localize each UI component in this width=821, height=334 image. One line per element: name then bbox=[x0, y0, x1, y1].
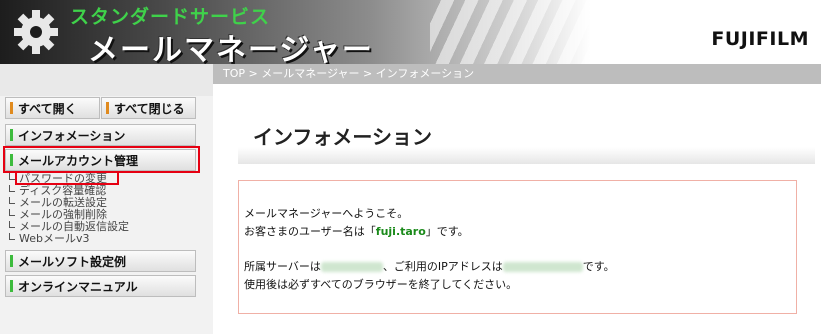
sidebar-item-label: メールソフト設定例 bbox=[18, 254, 127, 269]
subnav-label: Webメールv3 bbox=[19, 232, 90, 245]
collapse-all-button[interactable]: すべて閉じる bbox=[101, 97, 196, 119]
sidebar-item-label: インフォメーション bbox=[18, 128, 126, 143]
expand-all-label: すべて開く bbox=[18, 101, 77, 116]
sidebar-top bbox=[0, 64, 213, 96]
tree-branch-icon bbox=[9, 209, 15, 216]
bar-marker-icon bbox=[10, 102, 13, 114]
info-message-box: メールマネージャーへようこそ。 お客さまのユーザー名は「fuji.taro」です… bbox=[238, 180, 797, 314]
bar-marker-icon bbox=[106, 102, 109, 114]
sidebar-item-mail-software[interactable]: メールソフト設定例 bbox=[5, 250, 196, 272]
sidebar-item-label: オンラインマニュアル bbox=[18, 279, 138, 294]
app-title: メールマネージャー bbox=[88, 33, 374, 64]
page-title: インフォメーション bbox=[253, 125, 432, 149]
selection-highlight bbox=[3, 146, 200, 173]
brand-logo: FUJIFILM bbox=[711, 28, 809, 50]
header-decoration bbox=[430, 0, 680, 64]
gear-icon bbox=[14, 10, 58, 54]
server-line: 所属サーバーは 、ご利用のIPアドレスは です。 bbox=[244, 258, 615, 274]
tree-branch-icon bbox=[9, 221, 15, 228]
redacted-server bbox=[320, 262, 383, 272]
sidebar-item-online-manual[interactable]: オンラインマニュアル bbox=[5, 275, 196, 297]
username-value: fuji.taro bbox=[375, 225, 426, 238]
server-prefix: 所属サーバーは bbox=[244, 260, 321, 273]
tree-branch-icon bbox=[9, 185, 15, 192]
tree-branch-icon bbox=[9, 197, 15, 204]
username-line: お客さまのユーザー名は「fuji.taro」です。 bbox=[244, 223, 469, 239]
sidebar-item-information[interactable]: インフォメーション bbox=[5, 124, 196, 146]
password-highlight bbox=[15, 171, 119, 185]
ip-prefix: 、ご利用のIPアドレスは bbox=[382, 260, 503, 273]
app-header: スタンダードサービス メールマネージャー FUJIFILM bbox=[0, 0, 821, 64]
welcome-text: メールマネージャーへようこそ。 bbox=[244, 207, 409, 220]
expand-all-button[interactable]: すべて開く bbox=[5, 97, 100, 119]
subnav-item-webmail[interactable]: Webメールv3 bbox=[9, 233, 209, 245]
bar-marker-icon bbox=[10, 280, 13, 292]
bar-marker-icon bbox=[10, 255, 13, 267]
username-prefix: お客さまのユーザー名は「 bbox=[244, 225, 376, 238]
collapse-all-label: すべて閉じる bbox=[114, 101, 185, 116]
bar-marker-icon bbox=[10, 129, 13, 141]
logout-notice: 使用後は必ずすべてのブラウザーを終了してください。 bbox=[244, 278, 518, 291]
redacted-ip bbox=[502, 262, 583, 272]
tree-branch-icon bbox=[9, 233, 15, 240]
server-suffix: です。 bbox=[582, 260, 615, 273]
username-suffix: 」です。 bbox=[425, 225, 469, 238]
breadcrumb: TOP > メールマネージャー > インフォメーション bbox=[213, 64, 821, 84]
